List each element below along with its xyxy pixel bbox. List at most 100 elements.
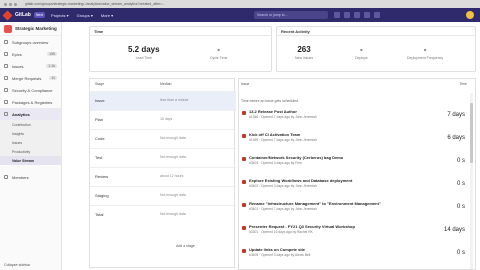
help-icon[interactable] bbox=[374, 12, 380, 18]
issue-column-header: Issue bbox=[241, 82, 250, 86]
merge-request-icon[interactable] bbox=[354, 12, 360, 18]
browser-bar: gitlab.com/groups/strategic-marketing/-/… bbox=[0, 0, 480, 8]
plus-icon[interactable] bbox=[334, 12, 340, 18]
sidebar-sub-value-stream[interactable]: Value Stream bbox=[0, 156, 61, 165]
issue-meta: #3401 · Opened 7 days ago by John Jeremi… bbox=[249, 207, 317, 211]
issue-icon bbox=[242, 180, 246, 184]
brand-name[interactable]: GitLab bbox=[15, 12, 31, 18]
sidebar-sub-contribution[interactable]: Contribution bbox=[0, 120, 61, 129]
stage-row-test[interactable]: Test Not enough data bbox=[90, 148, 236, 167]
shield-icon bbox=[4, 88, 8, 92]
issue-list-scrollbar[interactable] bbox=[470, 93, 473, 269]
sidebar-item-label: Security & Compliance bbox=[12, 87, 53, 93]
issue-icon bbox=[242, 226, 246, 230]
recent-activity-card: Recent Activity 263 New Issues - Deploys… bbox=[276, 26, 476, 72]
issue-meta: #3301 · Opened 16 days ago by Rachel RK bbox=[249, 230, 313, 234]
sidebar-item-issues[interactable]: Issues 1.1k bbox=[0, 60, 61, 72]
time-card-title: Time bbox=[90, 27, 271, 36]
issue-icon bbox=[242, 203, 246, 207]
next-badge[interactable]: Next bbox=[33, 12, 46, 18]
sidebar-sub-productivity[interactable]: Productivity bbox=[0, 147, 61, 156]
stage-median: Not enough data bbox=[160, 136, 186, 140]
window-dot[interactable] bbox=[9, 2, 12, 6]
issue-list: Issue Time Time before an issue gets sch… bbox=[238, 78, 476, 270]
sidebar-item-label: Epics bbox=[12, 51, 22, 57]
sidebar-item-security[interactable]: Security & Compliance bbox=[0, 84, 61, 96]
issue-icon bbox=[242, 134, 246, 138]
sidebar-item-analytics[interactable]: Analytics bbox=[0, 108, 61, 120]
chart-icon bbox=[4, 112, 8, 116]
issues-icon[interactable] bbox=[344, 12, 350, 18]
sidebar-item-members[interactable]: Members bbox=[0, 171, 61, 183]
activity-card-title: Recent Activity bbox=[277, 27, 475, 36]
window-dot[interactable] bbox=[4, 2, 7, 6]
group-header[interactable]: Strategic Marketing bbox=[0, 22, 61, 36]
issue-title[interactable]: Kick off CI Activation Team bbox=[249, 132, 300, 137]
sidebar-sub-issues[interactable]: Issues bbox=[0, 138, 61, 147]
issue-title[interactable]: Update links on Compete site bbox=[249, 247, 305, 252]
count-badge: 11 bbox=[49, 76, 57, 80]
deployment-frequency-metric: - Deployment Frequency bbox=[407, 45, 443, 60]
sidebar-item-packages[interactable]: Packages & Registries bbox=[0, 96, 61, 108]
stage-median: about 12 hours bbox=[160, 174, 184, 178]
stage-name: Plan bbox=[95, 117, 104, 122]
sidebar-item-merge-requests[interactable]: Merge Requests 11 bbox=[0, 72, 61, 84]
sidebar-item-label: Members bbox=[12, 174, 29, 180]
issue-icon bbox=[242, 111, 246, 115]
metric-label: Deployment Frequency bbox=[407, 56, 444, 60]
add-stage-button[interactable]: Add a stage bbox=[176, 244, 195, 248]
sidebar-item-label: Issues bbox=[12, 63, 24, 69]
issue-title[interactable]: Container/Network Security (Cerberus) ba… bbox=[249, 155, 343, 160]
collapse-sidebar-button[interactable]: Collapse sidebar bbox=[4, 263, 30, 267]
metric-value: - bbox=[217, 45, 220, 54]
stage-name: Review bbox=[95, 174, 109, 179]
issue-meta: #3405 · Opened 3 days ago by Alexis Bell bbox=[249, 253, 311, 257]
new-issues-metric: 263 New Issues bbox=[295, 45, 313, 60]
gitlab-logo-icon[interactable] bbox=[2, 10, 13, 20]
issue-time: 14 days bbox=[443, 227, 465, 233]
stage-row-review[interactable]: Review about 12 hours bbox=[90, 167, 236, 186]
issue-time: 0 s bbox=[456, 204, 465, 210]
sidebar-sub-insights[interactable]: Insights bbox=[0, 129, 61, 138]
stage-row-total[interactable]: Total Not enough data bbox=[90, 205, 236, 224]
projects-menu[interactable]: Projects ▾ bbox=[51, 13, 69, 18]
package-icon bbox=[4, 100, 8, 104]
issue-icon bbox=[242, 249, 246, 253]
stage-median: Not enough data bbox=[160, 212, 186, 216]
issue-time: 6 days bbox=[447, 135, 465, 141]
issue-title[interactable]: Presenter Request - FY21 Q3 Security Vir… bbox=[249, 224, 355, 229]
epic-icon bbox=[4, 52, 8, 56]
groups-menu[interactable]: Groups ▾ bbox=[77, 13, 93, 18]
stage-row-code[interactable]: Code Not enough data bbox=[90, 129, 236, 148]
issue-meta: #3402 · Opened 3 days ago by John Jeremi… bbox=[249, 184, 317, 188]
stage-median: less than a minute bbox=[160, 98, 189, 102]
metric-value: 5.2 days bbox=[128, 45, 160, 54]
more-menu[interactable]: More ▾ bbox=[101, 13, 113, 18]
metric-value: - bbox=[423, 45, 427, 54]
stage-row-plan[interactable]: Plan 16 days bbox=[90, 110, 236, 129]
metric-value: 263 bbox=[297, 45, 311, 54]
sidebar-item-label: Merge Requests bbox=[12, 75, 42, 81]
issue-title[interactable]: Rename "Infrastructure Management" to "E… bbox=[249, 201, 381, 206]
issue-title[interactable]: Explore Existing Workflows and Database … bbox=[249, 178, 352, 183]
sidebar-item-label: Packages & Registries bbox=[12, 99, 53, 105]
scrollbar-thumb[interactable] bbox=[470, 103, 473, 163]
stage-row-staging[interactable]: Staging Not enough data bbox=[90, 186, 236, 205]
stage-name: Issue bbox=[95, 98, 105, 103]
window-dot[interactable] bbox=[14, 2, 17, 6]
metric-label: Deploys bbox=[355, 56, 368, 60]
issue-title[interactable]: 13.2 Release Post Author bbox=[249, 109, 297, 114]
stage-row-issue[interactable]: Issue less than a minute bbox=[90, 91, 236, 110]
user-avatar[interactable] bbox=[466, 11, 474, 19]
stage-table: Stage Median Issue less than a minute Pla… bbox=[89, 78, 236, 268]
issue-meta: #1358 · Opened 7 days ago by John Jeremi… bbox=[249, 115, 317, 119]
sidebar-item-subgroups[interactable]: Subgroups overview bbox=[0, 36, 61, 48]
stage-name: Staging bbox=[95, 193, 109, 198]
issue-item[interactable]: Update links on Compete site #3405 · Open… bbox=[239, 244, 469, 270]
median-column-header: Median bbox=[160, 82, 172, 86]
count-badge: 155 bbox=[47, 52, 57, 56]
todo-icon[interactable] bbox=[364, 12, 370, 18]
sidebar-item-epics[interactable]: Epics 155 bbox=[0, 48, 61, 60]
search-input[interactable]: Search or jump to... bbox=[254, 11, 328, 19]
address-bar[interactable]: gitlab.com/groups/strategic-marketing/-/… bbox=[25, 2, 345, 6]
